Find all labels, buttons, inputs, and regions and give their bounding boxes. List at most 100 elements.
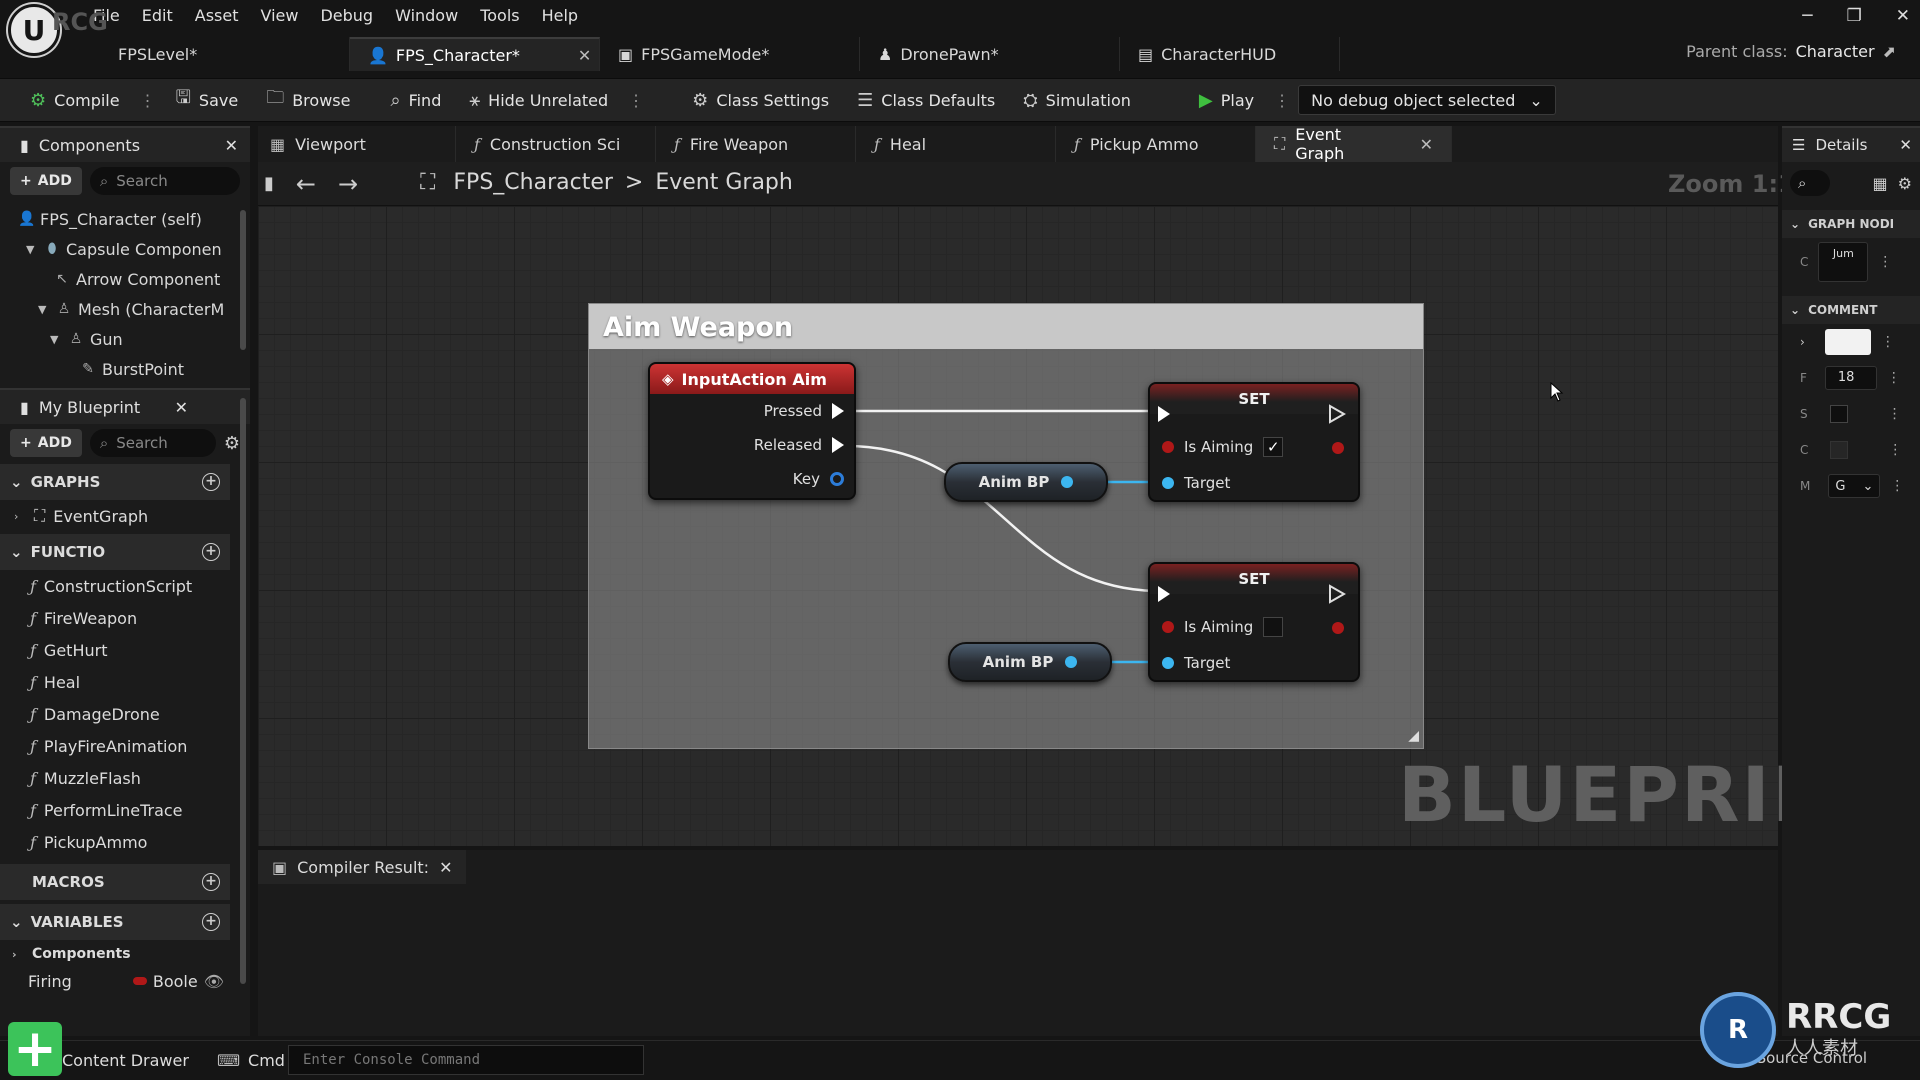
chevron-down-icon[interactable]: ▼ [50,333,62,346]
menu-edit[interactable]: Edit [131,4,184,27]
bookmark-icon[interactable]: ▮ [264,173,274,194]
compile-button[interactable]: ⚙ Compile [18,82,132,118]
hide-unrelated-options-icon[interactable]: ⋮ [624,91,648,110]
save-button[interactable]: 🖫 Save [164,82,251,118]
set-is-aiming-node[interactable]: SET Is Aiming ✓ Target [1148,382,1360,502]
comment-section[interactable]: ⌄ COMMENT [1782,296,1920,324]
chevron-down-icon[interactable]: ▼ [38,303,50,316]
cmd-button[interactable]: ⌨ Cmd [217,1051,285,1070]
find-button[interactable]: ⌕ Find [378,82,453,118]
pin-released[interactable]: Released [650,428,854,462]
menu-view[interactable]: View [250,4,310,27]
show-bubble-checkbox[interactable] [1829,405,1848,423]
object-pin-icon[interactable] [1061,476,1074,488]
menu-asset[interactable]: Asset [184,4,250,27]
add-variable-icon[interactable]: + [202,913,220,931]
exec-out-icon[interactable] [832,437,844,453]
variables-section[interactable]: ⌄ VARIABLES + [0,904,230,940]
function-item[interactable]: ƒ PlayFireAnimation [0,730,230,762]
tab-construction-script[interactable]: ƒ Construction Sci [456,126,656,162]
more-options-icon[interactable]: ⋮ [1888,442,1902,458]
pin-pressed[interactable]: Pressed [650,394,854,428]
exec-out-icon[interactable] [1328,584,1346,604]
checkbox-checked-icon[interactable]: ✓ [1263,437,1284,457]
close-window-icon[interactable]: ✕ [1896,6,1910,26]
anim-bp-getter[interactable]: Anim BP [948,642,1112,682]
compile-options-icon[interactable]: ⋮ [136,91,160,110]
graph-node-section[interactable]: ⌄ GRAPH NODI [1782,210,1920,238]
menu-tools[interactable]: Tools [469,4,530,27]
function-item[interactable]: ƒ Heal [0,666,230,698]
components-search-input[interactable]: ⌕ Search [89,167,240,195]
add-component-button[interactable]: + ADD [10,167,82,195]
table-icon[interactable]: ▦ [1873,174,1888,193]
minimize-icon[interactable]: ─ [1802,6,1812,26]
breadcrumb-root[interactable]: FPS_Character [453,170,613,195]
function-item[interactable]: ƒ ConstructionScript [0,570,230,602]
chevron-right-icon[interactable]: › [1800,335,1805,349]
object-pin-icon[interactable] [1162,477,1174,489]
tab-pickup-ammo[interactable]: ƒ Pickup Ammo [1056,126,1256,162]
comment-color-swatch[interactable] [1824,329,1871,355]
more-options-icon[interactable]: ⋮ [1888,406,1902,422]
bool-pin-icon[interactable] [1162,621,1174,633]
tree-item[interactable]: 👤 FPS_Character (self) [0,204,250,234]
search-icon[interactable]: ⌕ [1790,170,1830,196]
more-options-icon[interactable]: ⋮ [1878,254,1892,270]
forward-arrow-icon[interactable]: → [338,170,358,198]
compiler-results-tab[interactable]: ▣ Compiler Result: ✕ [258,850,467,884]
tree-item[interactable]: ▼ ♙ Gun [0,324,250,354]
bool-out-pin-icon[interactable] [1332,442,1344,454]
add-macro-icon[interactable]: + [202,873,220,891]
breadcrumb-current[interactable]: Event Graph [655,170,793,195]
asset-tab-fpsgamemode[interactable]: ▣ FPSGameMode* [600,37,860,71]
tree-item[interactable]: ▼ ♙ Mesh (CharacterM [0,294,250,324]
add-graph-icon[interactable]: + [202,473,220,491]
font-size-input[interactable]: 18 [1824,366,1877,390]
checkbox-unchecked-icon[interactable] [1263,617,1284,637]
asset-tab-fps-character[interactable]: 👤 FPS_Character* ✕ [350,37,600,71]
console-command-input[interactable]: Enter Console Command [288,1045,644,1075]
resize-grip-icon[interactable]: ◢ [1408,728,1419,744]
more-options-icon[interactable]: ⋮ [1887,370,1901,386]
variable-item-firing[interactable]: Firing Boole 👁 [0,968,230,994]
asset-tab-characterhud[interactable]: ▤ CharacterHUD [1120,37,1340,71]
play-options-icon[interactable]: ⋮ [1270,91,1294,110]
tab-fire-weapon[interactable]: ƒ Fire Weapon [656,126,856,162]
bool-out-pin-icon[interactable] [1332,622,1344,634]
hide-unrelated-button[interactable]: ⚹ Hide Unrelated [457,82,620,118]
details-tab[interactable]: ☰ Details ✕ [1782,126,1920,162]
menu-window[interactable]: Window [384,4,469,27]
my-blueprint-tab[interactable]: ▮ My Blueprint ✕ [0,388,250,424]
debug-object-select[interactable]: No debug object selected ⌄ [1298,85,1556,115]
graphs-section[interactable]: ⌄ GRAPHS + [0,464,230,500]
components-tab[interactable]: ▮ Components ✕ [0,126,250,162]
gear-icon[interactable]: ⚙ [1898,174,1912,193]
chevron-down-icon[interactable]: ▼ [26,243,38,256]
my-blueprint-search-input[interactable]: ⌕ Search [89,429,216,457]
asset-tab-fpslevel[interactable]: FPSLevel* [100,37,350,71]
exec-in-icon[interactable] [1158,586,1170,602]
close-my-blueprint-icon[interactable]: ✕ [175,398,188,417]
gear-icon[interactable]: ⚙ [224,433,240,454]
close-tab-icon[interactable]: ✕ [439,858,452,877]
function-item[interactable]: ƒ DamageDrone [0,698,230,730]
macros-section[interactable]: MACROS + [0,864,230,900]
components-scrollbar[interactable] [240,210,246,350]
tab-heal[interactable]: ƒ Heal [856,126,1056,162]
tree-item[interactable]: ↖ Arrow Component [0,264,250,294]
comment-title[interactable]: Aim Weapon [589,304,1423,349]
anim-bp-getter[interactable]: Anim BP [944,462,1108,502]
back-arrow-icon[interactable]: ← [296,170,316,198]
add-member-button[interactable]: + ADD [10,429,82,457]
variable-category-components[interactable]: › Components [0,940,230,968]
class-defaults-button[interactable]: ☰ Class Defaults [845,82,1007,118]
functions-section[interactable]: ⌄ FUNCTIO + [0,534,230,570]
function-item[interactable]: ƒ MuzzleFlash [0,762,230,794]
exec-out-icon[interactable] [1328,404,1346,424]
move-mode-select[interactable]: G ⌄ [1828,474,1881,498]
graph-item-eventgraph[interactable]: › ⛶ EventGraph [0,500,230,532]
pin-is-aiming[interactable]: Is Aiming ✓ [1162,430,1284,464]
asset-tab-dronepawn[interactable]: ♟ DronePawn* [860,37,1120,71]
menu-debug[interactable]: Debug [309,4,384,27]
